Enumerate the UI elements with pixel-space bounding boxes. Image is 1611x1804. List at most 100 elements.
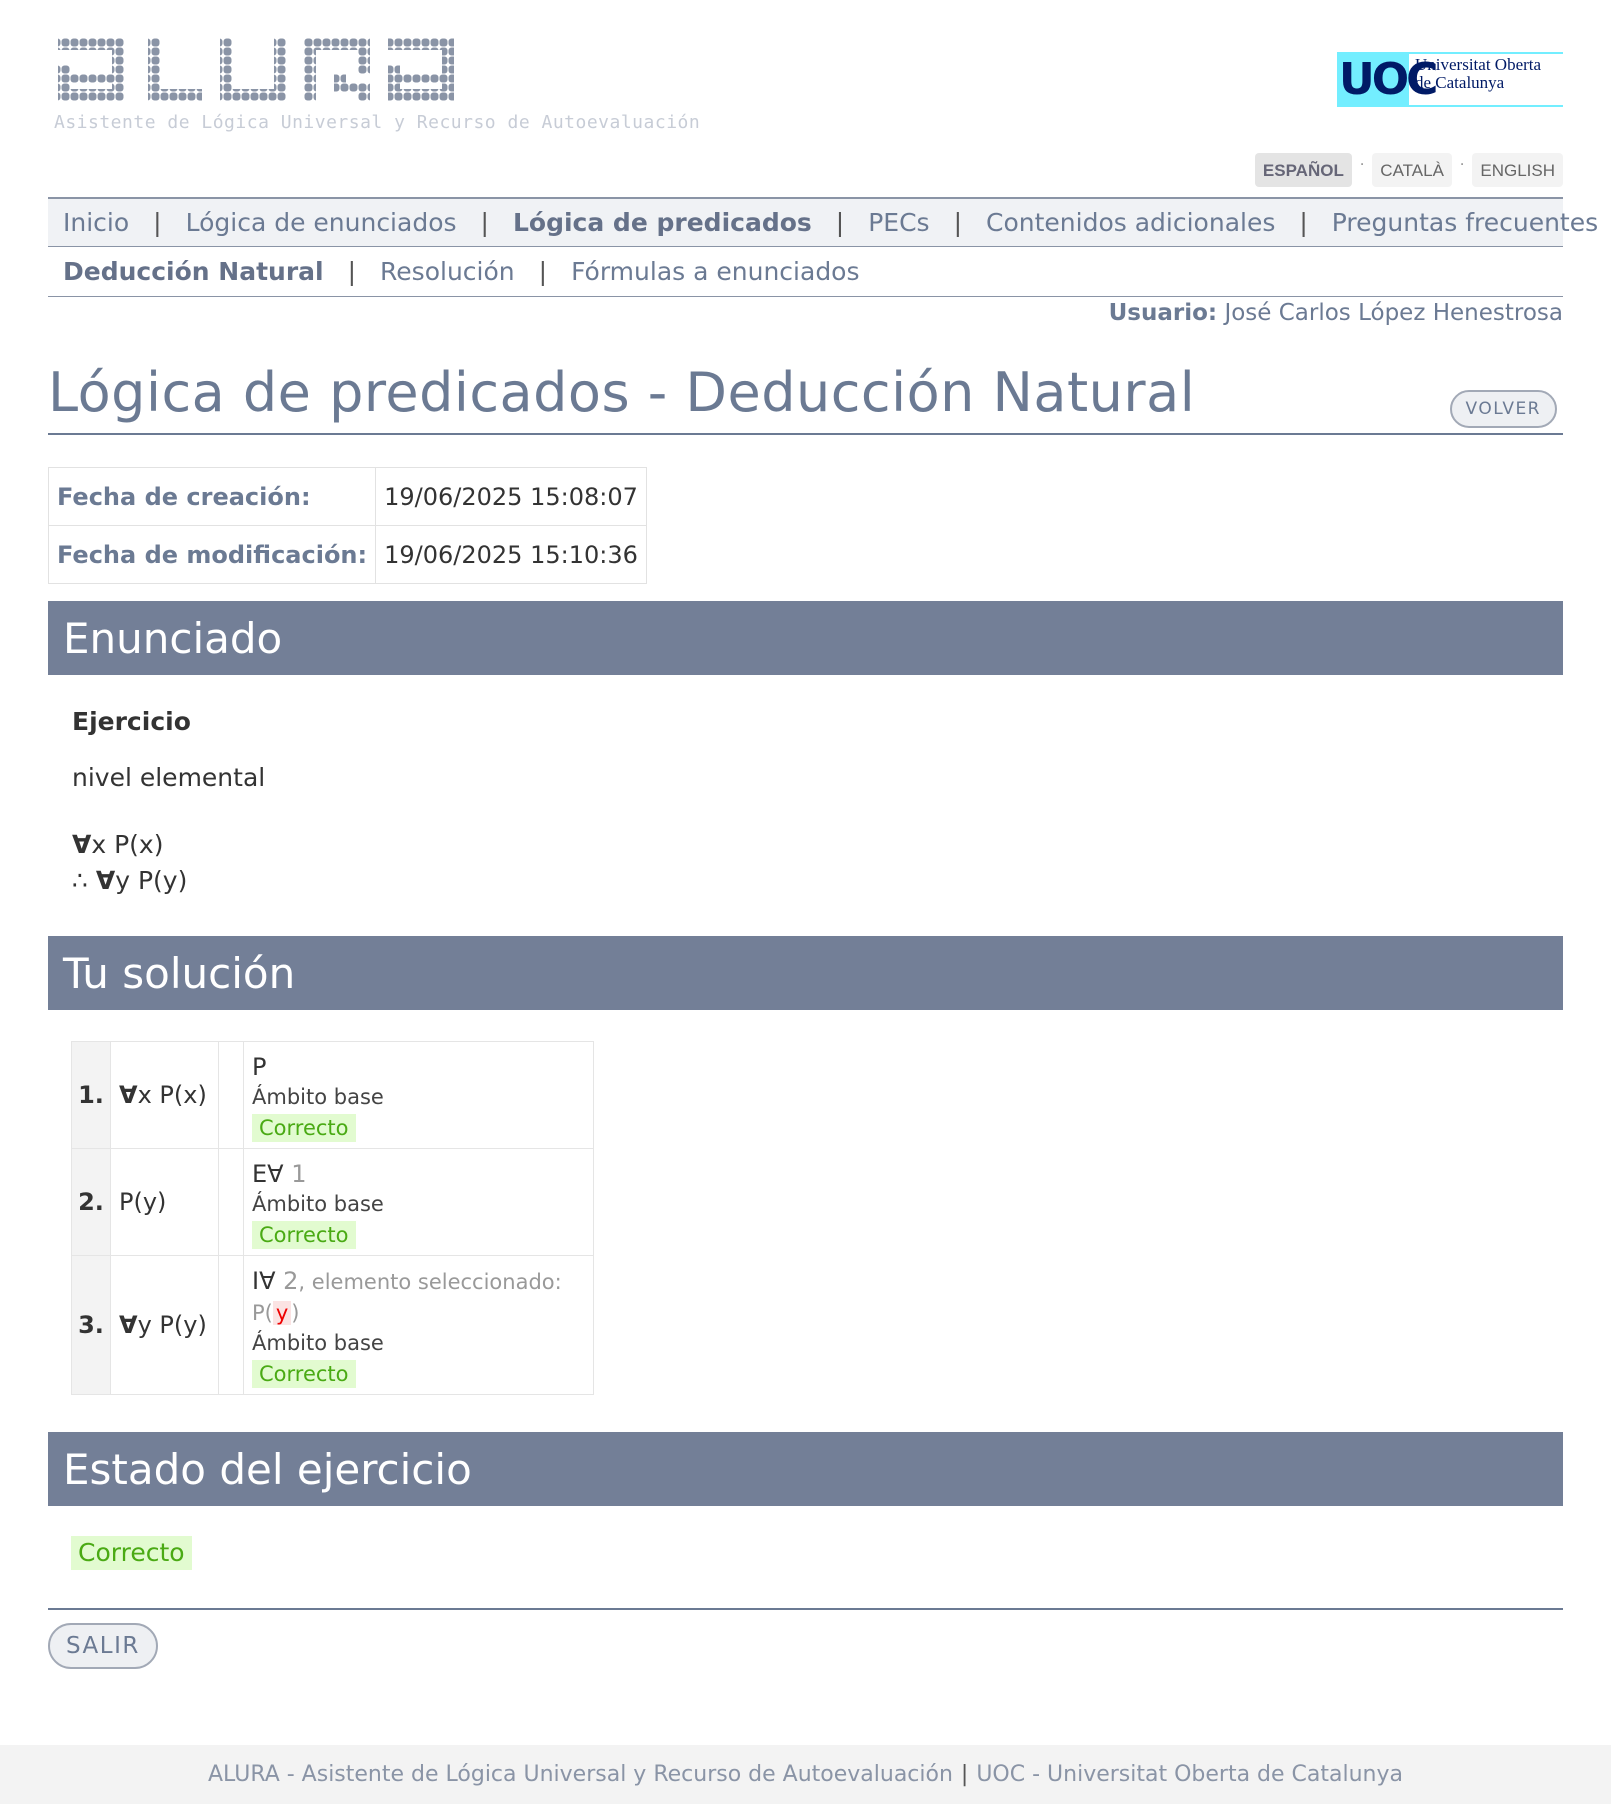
step-formula-text: y P(y) — [137, 1311, 207, 1339]
step-rule-name: I∀ — [252, 1267, 276, 1295]
logo-subtitle: Asistente de Lógica Universal y Recurso … — [54, 112, 701, 133]
uoc-logo[interactable]: UOC Universitat Oberta de Catalunya — [1337, 52, 1563, 107]
step-scope: Ámbito base — [252, 1192, 384, 1216]
step-rule: I∀ 2, elemento seleccionado: P(y) — [252, 1266, 585, 1328]
sub-nav: Deducción Natural | Resolución | Fórmula… — [48, 247, 1563, 297]
step-gap — [218, 1255, 244, 1395]
alura-logo-graphic — [58, 38, 454, 101]
step-formula: P(y) — [110, 1148, 219, 1256]
footer-uoc: UOC - Universitat Oberta de Catalunya — [976, 1762, 1403, 1787]
user-label: Usuario: — [1108, 300, 1218, 326]
step-status-badge: Correcto — [252, 1221, 356, 1249]
forall-icon: ∀ — [119, 1081, 138, 1109]
uoc-name-line1: Universitat Oberta — [1415, 55, 1542, 74]
premise-formula: ∀x P(x) — [72, 830, 163, 859]
dates-table: Fecha de creación: 19/06/2025 15:08:07 F… — [47, 467, 647, 584]
step-formula-text: x P(x) — [137, 1081, 207, 1109]
nav-separator: | — [347, 257, 357, 286]
lang-separator: · — [1359, 157, 1365, 173]
lang-separator: · — [1459, 157, 1465, 173]
step-status-badge: Correcto — [252, 1360, 356, 1388]
language-selector: Español · Català · English — [1254, 153, 1563, 187]
created-value: 19/06/2025 15:08:07 — [375, 467, 647, 526]
exercise-level: nivel elemental — [72, 763, 266, 792]
step-status-badge: Correcto — [252, 1114, 356, 1142]
step-rule-name: E∀ — [252, 1160, 284, 1188]
step-gap — [218, 1148, 244, 1256]
divider — [48, 1608, 1563, 1610]
step-justification: E∀ 1 Ámbito base Correcto — [243, 1148, 594, 1256]
footer-separator: | — [960, 1762, 969, 1787]
step-justification: I∀ 2, elemento seleccionado: P(y) Ámbito… — [243, 1255, 594, 1395]
step-justification: P Ámbito base Correcto — [243, 1041, 594, 1149]
step-scope: Ámbito base — [252, 1331, 384, 1355]
uoc-name-line2: de Catalunya — [1415, 73, 1505, 92]
nav-inicio[interactable]: Inicio — [63, 208, 129, 237]
subnav-deduccion-natural[interactable]: Deducción Natural — [63, 257, 324, 286]
step-gap — [218, 1041, 244, 1149]
nav-contenidos-adicionales[interactable]: Contenidos adicionales — [986, 208, 1275, 237]
estado-heading: Estado del ejercicio — [48, 1432, 1563, 1506]
exit-button[interactable]: SALIR — [48, 1623, 158, 1669]
subnav-resolucion[interactable]: Resolución — [380, 257, 515, 286]
main-nav: Inicio | Lógica de enunciados | Lógica d… — [48, 197, 1598, 247]
step-scope: Ámbito base — [252, 1085, 384, 1109]
nav-separator: | — [480, 208, 489, 237]
nav-logica-predicados[interactable]: Lógica de predicados — [513, 208, 812, 237]
alura-logo[interactable]: Asistente de Lógica Universal y Recurso … — [52, 38, 700, 133]
forall-icon: ∀ — [119, 1311, 138, 1339]
step-number: 1. — [71, 1041, 111, 1149]
forall-icon: ∀ — [72, 830, 92, 859]
solution-heading: Tu solución — [48, 936, 1563, 1010]
premise-text: x P(x) — [91, 830, 164, 859]
nav-separator: | — [1299, 208, 1308, 237]
table-row: Fecha de creación: 19/06/2025 15:08:07 — [47, 467, 647, 526]
back-button[interactable]: VOLVER — [1449, 390, 1557, 428]
footer: ALURA - Asistente de Lógica Universal y … — [0, 1745, 1611, 1804]
user-info: Usuario: José Carlos López Henestrosa — [1109, 300, 1563, 326]
step-formula: ∀y P(y) — [110, 1255, 219, 1395]
step-rule: P — [252, 1053, 267, 1081]
lang-catala[interactable]: Català — [1372, 153, 1452, 187]
footer-alura: ALURA - Asistente de Lógica Universal y … — [208, 1762, 953, 1787]
modified-value: 19/06/2025 15:10:36 — [375, 525, 647, 584]
step-formula: ∀x P(x) — [110, 1041, 219, 1149]
table-row: Fecha de modificación: 19/06/2025 15:10:… — [47, 525, 647, 584]
subnav-formulas-enunciados[interactable]: Fórmulas a enunciados — [571, 257, 859, 286]
step-rule-ref: 2 — [283, 1267, 299, 1295]
nav-separator: | — [835, 208, 845, 237]
lang-espanol[interactable]: Español — [1254, 153, 1352, 187]
forall-icon: ∀ — [95, 866, 116, 895]
enunciado-heading: Enunciado — [48, 601, 1563, 675]
nav-logica-enunciados[interactable]: Lógica de enunciados — [186, 208, 457, 237]
step-number: 2. — [71, 1148, 111, 1256]
exercise-status-badge: Correcto — [71, 1536, 192, 1570]
nav-separator: | — [153, 208, 162, 237]
page-title: Lógica de predicados - Deducción Natural — [48, 361, 1196, 424]
step-number: 3. — [71, 1255, 111, 1395]
table-row: 2. P(y) E∀ 1 Ámbito base Correcto — [71, 1148, 594, 1256]
step-selection-close: ) — [291, 1301, 300, 1325]
solution-table: 1. ∀x P(x) P Ámbito base Correcto 2. P(y… — [71, 1041, 594, 1395]
nav-preguntas-frecuentes[interactable]: Preguntas frecuentes — [1332, 208, 1598, 237]
conclusion-formula: ∴ ∀y P(y) — [72, 866, 187, 895]
conclusion-text: y P(y) — [115, 866, 188, 895]
nav-separator: | — [953, 208, 963, 237]
uoc-logo-line-bottom — [1409, 105, 1563, 107]
step-rule-ref: 1 — [291, 1160, 307, 1188]
page-title-bar: Lógica de predicados - Deducción Natural… — [48, 360, 1563, 435]
uoc-logo-name: Universitat Oberta de Catalunya — [1415, 56, 1563, 92]
nav-pecs[interactable]: PECs — [868, 208, 929, 237]
user-name: José Carlos López Henestrosa — [1224, 300, 1563, 326]
modified-label: Fecha de modificación: — [47, 525, 377, 584]
uoc-logo-line-top — [1409, 52, 1563, 54]
created-label: Fecha de creación: — [47, 467, 377, 526]
table-row: 1. ∀x P(x) P Ámbito base Correcto — [71, 1041, 594, 1149]
step-selected-variable: y — [272, 1301, 292, 1325]
step-rule: E∀ 1 — [252, 1159, 585, 1189]
lang-english[interactable]: English — [1472, 153, 1563, 187]
exercise-title: Ejercicio — [72, 707, 191, 736]
table-row: 3. ∀y P(y) I∀ 2, elemento seleccionado: … — [71, 1255, 594, 1395]
step-formula-text: P(y) — [119, 1188, 167, 1216]
therefore-icon: ∴ — [72, 866, 88, 895]
